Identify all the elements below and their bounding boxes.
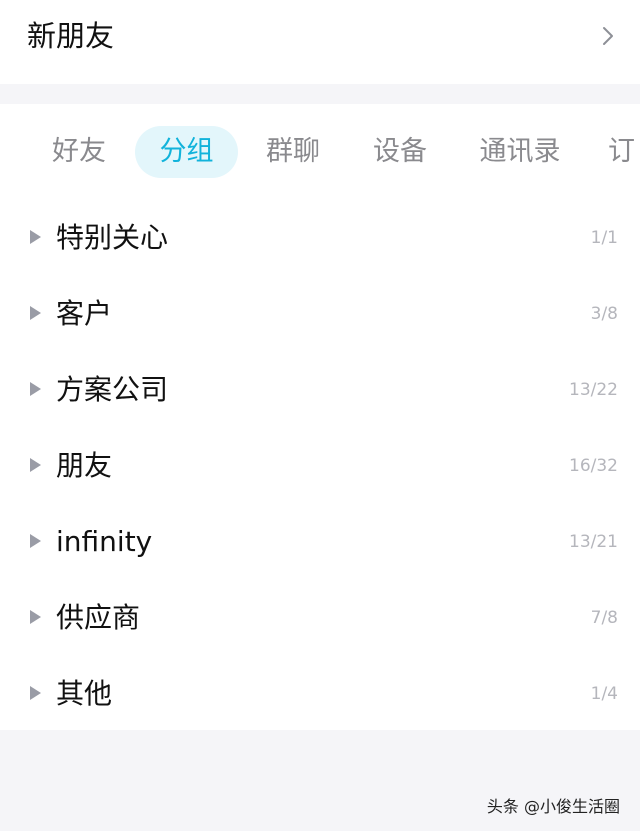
tab-devices[interactable]: 设备 bbox=[359, 126, 441, 178]
group-count: 1/1 bbox=[590, 228, 618, 248]
group-row[interactable]: 特别关心 1/1 bbox=[0, 200, 640, 276]
group-count: 3/8 bbox=[590, 304, 618, 324]
expand-triangle-icon bbox=[30, 230, 41, 244]
group-name: 朋友 bbox=[56, 449, 113, 482]
group-name: 客户 bbox=[56, 297, 113, 330]
expand-triangle-icon bbox=[30, 610, 41, 624]
tab-friends[interactable]: 好友 bbox=[38, 126, 120, 178]
expand-triangle-icon bbox=[30, 458, 41, 472]
watermark-text: 头条 @小俊生活圈 bbox=[486, 797, 620, 816]
tab-groups[interactable]: 分组 bbox=[135, 126, 238, 178]
contacts-panel: 好友 分组 群聊 设备 通讯录 订 特别关心 1/1 客户 3/8 方案公司 1… bbox=[0, 104, 640, 730]
group-name: infinity bbox=[56, 525, 153, 558]
group-name: 其他 bbox=[56, 677, 113, 710]
tab-address-book[interactable]: 通讯录 bbox=[470, 126, 570, 178]
group-count: 7/8 bbox=[590, 608, 618, 628]
expand-triangle-icon bbox=[30, 686, 41, 700]
expand-triangle-icon bbox=[30, 382, 41, 396]
tab-group-chats[interactable]: 群聊 bbox=[252, 126, 334, 178]
group-row[interactable]: 其他 1/4 bbox=[0, 656, 640, 732]
group-row[interactable]: 方案公司 13/22 bbox=[0, 352, 640, 428]
expand-triangle-icon bbox=[30, 306, 41, 320]
new-friends-label: 新朋友 bbox=[27, 19, 115, 53]
group-row[interactable]: 朋友 16/32 bbox=[0, 428, 640, 504]
tab-subscriptions[interactable]: 订 bbox=[608, 126, 640, 178]
chevron-right-icon bbox=[603, 27, 613, 45]
group-row[interactable]: 供应商 7/8 bbox=[0, 580, 640, 656]
new-friends-row[interactable]: 新朋友 bbox=[0, 0, 640, 84]
group-count: 13/21 bbox=[569, 532, 618, 552]
group-count: 13/22 bbox=[569, 380, 618, 400]
group-name: 供应商 bbox=[56, 601, 141, 634]
tab-bar: 好友 分组 群聊 设备 通讯录 订 bbox=[0, 126, 640, 182]
group-count: 1/4 bbox=[590, 684, 618, 704]
group-list: 特别关心 1/1 客户 3/8 方案公司 13/22 朋友 16/32 infi… bbox=[0, 200, 640, 732]
group-row[interactable]: infinity 13/21 bbox=[0, 504, 640, 580]
expand-triangle-icon bbox=[30, 534, 41, 548]
group-name: 特别关心 bbox=[56, 221, 169, 254]
group-row[interactable]: 客户 3/8 bbox=[0, 276, 640, 352]
group-count: 16/32 bbox=[569, 456, 618, 476]
group-name: 方案公司 bbox=[56, 373, 169, 406]
